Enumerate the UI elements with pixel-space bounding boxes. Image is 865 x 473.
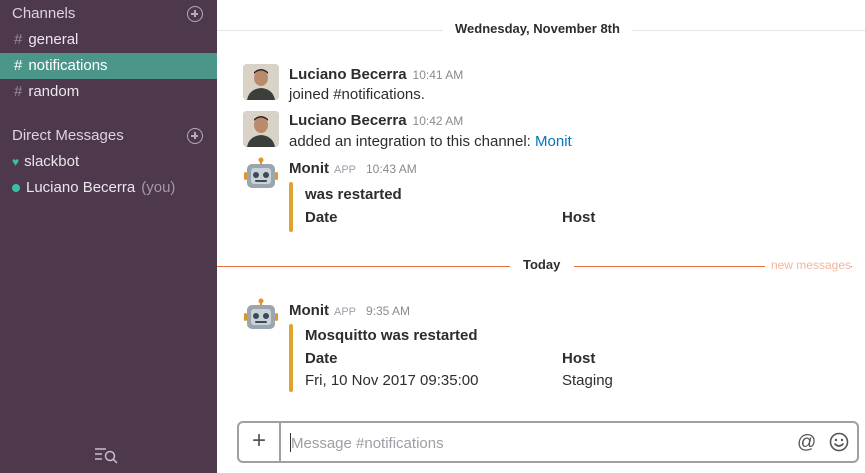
emoji-icon[interactable] [829, 432, 849, 452]
message-sender[interactable]: Monit APP 10:43 AM [289, 160, 417, 177]
divider-line [217, 266, 510, 267]
attachment-bar [289, 324, 293, 392]
message-time[interactable]: 9:35 AM [366, 304, 410, 318]
date-label: Wednesday, November 8th [443, 21, 632, 36]
message-time[interactable]: 10:43 AM [366, 162, 417, 176]
app-badge: APP [333, 164, 356, 176]
search-list-icon[interactable] [94, 446, 120, 464]
hash-icon: # [14, 31, 23, 48]
avatar[interactable] [243, 298, 279, 334]
message-text: added an integration to this channel: Mo… [289, 133, 572, 150]
avatar[interactable] [243, 111, 279, 147]
sidebar-item-general[interactable]: # general [0, 27, 217, 53]
mention-icon[interactable]: @ [797, 432, 816, 454]
message-time[interactable]: 10:41 AM [413, 68, 464, 82]
avatar[interactable] [243, 157, 279, 193]
presence-icon [12, 184, 20, 192]
channels-header[interactable]: Channels [12, 5, 75, 22]
dm-item-self[interactable]: Luciano Becerra (you) [12, 179, 175, 196]
field-label-date: Date [305, 209, 338, 226]
sender-name[interactable]: Monit [289, 302, 329, 319]
message-text: joined #notifications. [289, 86, 425, 103]
heart-icon: ♥ [12, 155, 20, 169]
message-sender[interactable]: Luciano Becerra 10:42 AM [289, 112, 463, 129]
channel-name: random [28, 83, 80, 100]
new-messages-label[interactable]: new messages [764, 258, 851, 272]
field-value-host: Staging [562, 372, 613, 389]
add-channel-icon[interactable] [187, 6, 203, 22]
dm-name: Luciano Becerra [26, 179, 136, 196]
message-sender[interactable]: Luciano Becerra 10:41 AM [289, 66, 463, 83]
direct-messages-header[interactable]: Direct Messages [12, 127, 124, 144]
person-avatar-icon [243, 111, 279, 147]
sender-name[interactable]: Monit [289, 160, 329, 177]
person-avatar-icon [243, 64, 279, 100]
today-divider: Today new messages [217, 256, 865, 276]
message-input[interactable] [291, 432, 781, 454]
attachment-bar [289, 182, 293, 232]
sender-name[interactable]: Luciano Becerra [289, 66, 407, 83]
field-label-date: Date [305, 350, 338, 367]
today-label: Today [511, 257, 573, 272]
monit-link[interactable]: Monit [535, 133, 572, 150]
hash-icon: # [14, 57, 23, 74]
robot-avatar-icon [244, 157, 278, 188]
avatar[interactable] [243, 64, 279, 100]
dm-name: slackbot [24, 153, 80, 170]
hash-icon: # [14, 83, 23, 100]
field-label-host: Host [562, 209, 596, 226]
date-divider: Wednesday, November 8th [217, 20, 865, 40]
sidebar: Channels # general # notifications # random… [0, 0, 217, 473]
field-label-host: Host [562, 350, 596, 367]
attachment-title: Mosquitto was restarted [305, 327, 478, 344]
sender-name[interactable]: Luciano Becerra [289, 112, 407, 129]
attachment-title: was restarted [305, 186, 402, 203]
message-time[interactable]: 10:42 AM [413, 114, 464, 128]
channel-name: general [28, 31, 79, 48]
robot-avatar-icon [244, 298, 278, 329]
attach-plus-button[interactable]: + [239, 423, 281, 461]
app-badge: APP [333, 306, 356, 318]
sidebar-item-random[interactable]: # random [0, 79, 217, 105]
message-pane: Wednesday, November 8th Luciano Becerra 1… [217, 0, 865, 473]
field-value-date: Fri, 10 Nov 2017 09:35:00 [305, 372, 479, 389]
message-composer: + @ [237, 421, 859, 463]
sidebar-item-notifications[interactable]: # notifications [0, 53, 217, 79]
message-sender[interactable]: Monit APP 9:35 AM [289, 302, 410, 319]
you-label: (you) [141, 179, 176, 196]
message-body: added an integration to this channel: [289, 133, 536, 150]
channel-name: notifications [28, 57, 108, 74]
dm-item-slackbot[interactable]: ♥ slackbot [12, 153, 79, 170]
add-dm-icon[interactable] [187, 128, 203, 144]
